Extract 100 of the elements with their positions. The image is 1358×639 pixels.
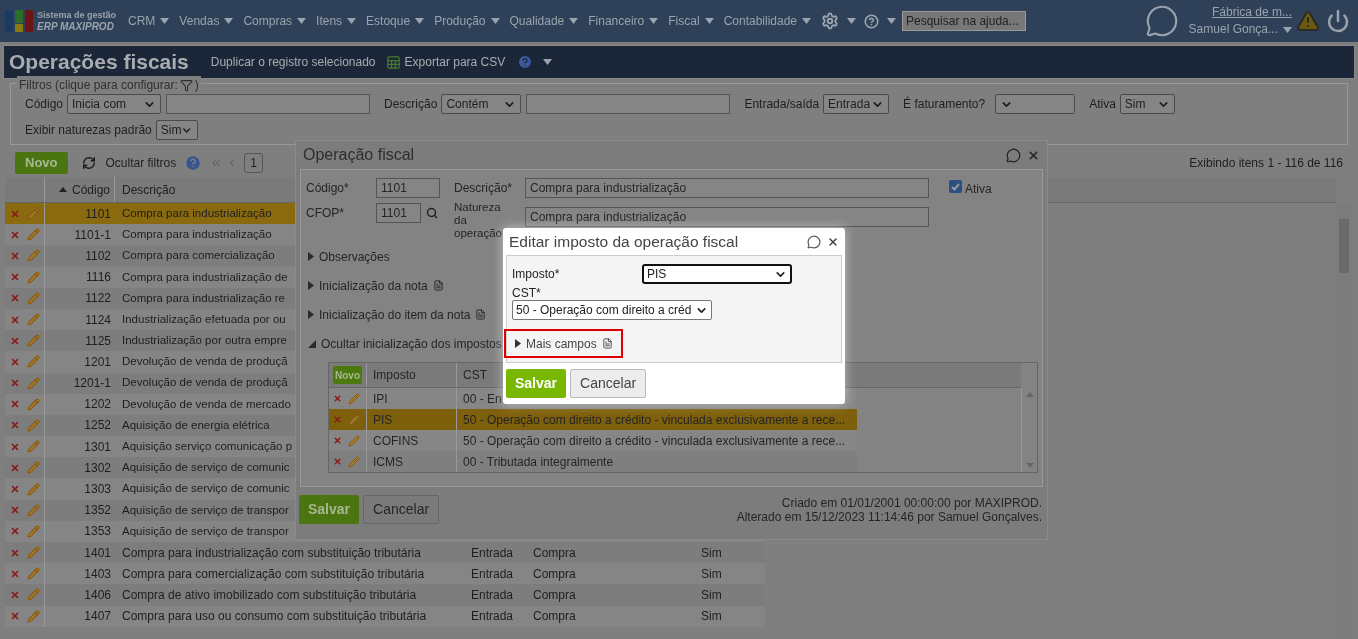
menu-item[interactable]: Estoque [366,12,425,30]
edit-icon[interactable] [348,455,360,468]
section-toggle[interactable]: Inicialização da nota [306,271,444,300]
delete-icon[interactable] [10,441,20,452]
edit-icon[interactable] [27,418,40,432]
delete-icon[interactable] [10,399,20,410]
tax-row[interactable]: PIS 50 - Operação com direito a crédito - vinculada exclusivamente a rece... [329,409,857,430]
chat-icon[interactable] [1144,4,1179,38]
delete-icon[interactable] [10,420,20,431]
delete-icon[interactable] [333,415,342,424]
menu-item[interactable]: Contabilidade [723,12,811,30]
help-icon[interactable] [864,13,879,29]
delete-icon[interactable] [10,378,20,389]
edit-icon[interactable] [27,397,40,411]
tax-row[interactable]: ICMS 00 - Tributada integralmente [329,451,857,472]
edit-icon[interactable] [27,503,40,517]
active-checkbox[interactable] [949,180,962,193]
code-field[interactable]: 1101 [376,178,440,198]
delete-icon[interactable] [10,229,20,240]
comment-icon[interactable] [807,234,821,249]
filter-input[interactable] [166,94,371,114]
filter-select[interactable]: Entrada [823,94,890,114]
power-icon[interactable] [1326,9,1350,33]
menu-item[interactable]: CRM [128,12,170,30]
delete-icon[interactable] [10,356,20,367]
delete-icon[interactable] [10,272,20,283]
edit-icon[interactable] [27,609,40,623]
delete-icon[interactable] [10,314,20,325]
user-menu[interactable]: Samuel Gonça... [1188,21,1278,38]
refresh-icon[interactable] [81,156,96,170]
cancel-button[interactable]: Cancelar [570,369,647,398]
first-page-icon[interactable] [210,157,223,169]
column-header[interactable]: Imposto [373,366,416,384]
cancel-button[interactable]: Cancelar [363,495,440,524]
menu-item[interactable]: Financeiro [588,12,659,30]
menu-item[interactable]: Compras [243,12,307,30]
menu-item[interactable]: Qualidade [509,12,579,30]
delete-icon[interactable] [10,611,20,622]
delete-icon[interactable] [10,250,20,261]
export-link[interactable]: Exportar para CSV [404,53,506,71]
section-toggle[interactable]: Observações [306,242,390,271]
table-row[interactable]: 1403 Compra para comercialização com substituição tributária Entrada Compra Sim [5,563,765,585]
edit-icon[interactable] [348,434,360,447]
column-header[interactable]: Descrição [122,180,176,199]
new-button[interactable]: Novo [15,152,68,174]
delete-icon[interactable] [10,589,20,600]
save-button[interactable]: Salvar [506,369,567,398]
close-icon[interactable] [827,235,839,248]
edit-icon[interactable] [27,546,40,560]
company-link[interactable]: Fábrica de m... [1211,4,1292,21]
delete-icon[interactable] [10,208,20,219]
more-fields-toggle[interactable]: Mais campos [506,334,613,353]
nature-field[interactable]: Compra para industrialização [525,207,929,227]
table-row[interactable]: 1407 Compra para uso ou consumo com substituição tributária Entrada Compra Sim [5,605,765,627]
section-toggle[interactable]: Ocultar inicialização dos impostos [306,329,502,358]
edit-icon[interactable] [27,567,40,581]
delete-icon[interactable] [10,462,20,473]
tax-select[interactable]: PIS [642,264,792,284]
edit-icon[interactable] [27,270,40,284]
delete-icon[interactable] [10,505,20,516]
help-icon[interactable] [184,154,203,172]
delete-icon[interactable] [10,293,20,304]
menu-item[interactable]: Fiscal [668,12,714,30]
column-header[interactable]: Código [71,180,110,199]
delete-icon[interactable] [333,457,342,466]
edit-icon[interactable] [27,228,40,242]
search-icon[interactable] [426,207,438,219]
save-button[interactable]: Salvar [299,495,360,524]
filter-select[interactable] [995,94,1076,114]
help-search-field[interactable]: Pesquisar na ajuda... [902,11,1026,31]
new-button[interactable]: Novo [333,366,362,384]
settings-icon[interactable] [821,12,839,30]
edit-icon[interactable] [348,413,360,426]
menu-item[interactable]: Itens [316,12,357,30]
filter-icon[interactable] [179,78,193,92]
section-toggle[interactable]: Inicialização do item da nota [306,300,487,329]
edit-icon[interactable] [27,291,40,305]
hide-filters-button[interactable]: Ocultar filtros [105,154,177,172]
edit-icon[interactable] [348,392,360,405]
edit-icon[interactable] [27,440,40,454]
filter-select[interactable]: Sim [155,120,198,140]
warning-icon[interactable] [1296,9,1320,33]
menu-item[interactable]: Vendas [179,12,234,30]
comment-icon[interactable] [1006,147,1021,163]
note-icon[interactable] [601,338,613,349]
menu-item[interactable]: Produção [434,12,500,30]
edit-icon[interactable] [27,588,40,602]
filter-input[interactable] [526,94,731,114]
description-field[interactable]: Compra para industrialização [525,178,929,198]
delete-icon[interactable] [10,547,20,558]
column-header[interactable]: CST [463,366,487,384]
delete-icon[interactable] [10,484,20,495]
delete-icon[interactable] [10,568,20,579]
help-icon[interactable] [517,54,534,70]
delete-icon[interactable] [333,394,342,403]
edit-icon[interactable] [27,376,40,390]
note-icon[interactable] [475,309,487,320]
filter-select[interactable]: Sim [1119,94,1175,114]
filter-select[interactable]: Inicia com [67,94,162,114]
edit-icon[interactable] [27,482,40,496]
